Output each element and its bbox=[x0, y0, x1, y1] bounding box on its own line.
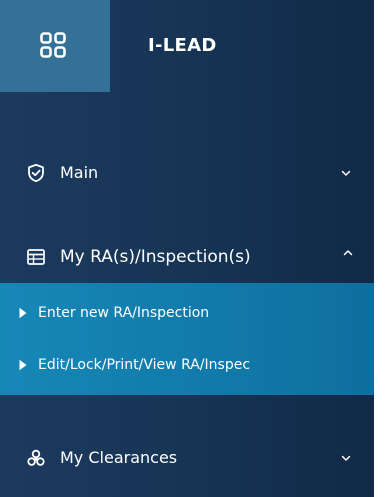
submenu-item-label: Edit/Lock/Print/View RA/Inspec bbox=[38, 357, 251, 373]
grid-icon bbox=[40, 32, 66, 58]
table-icon bbox=[27, 249, 45, 265]
menu-toggle-button[interactable] bbox=[0, 0, 110, 92]
page-background bbox=[374, 0, 388, 497]
nav-item-label: My Clearances bbox=[60, 448, 178, 467]
shield-check-icon bbox=[28, 163, 44, 183]
ra-submenu: Enter new RA/Inspection Edit/Lock/Print/… bbox=[0, 283, 374, 395]
nav-item-label: Main bbox=[60, 163, 99, 182]
nav-item-main[interactable]: Main bbox=[0, 153, 374, 193]
app-title: I-LEAD bbox=[148, 35, 217, 56]
submenu-item-label: Enter new RA/Inspection bbox=[38, 305, 210, 321]
submenu-item-enter-new[interactable]: Enter new RA/Inspection bbox=[0, 293, 374, 333]
chevron-down-icon[interactable] bbox=[340, 452, 352, 464]
nav-item-label: My RA(s)/Inspection(s) bbox=[60, 247, 251, 267]
chevron-up-icon[interactable] bbox=[342, 247, 354, 259]
sidebar: I-LEAD Main My RA(s)/Inspection(s) Enter… bbox=[0, 0, 374, 497]
caret-right-icon bbox=[19, 359, 27, 371]
biohazard-icon bbox=[27, 449, 45, 466]
nav-item-clearances[interactable]: My Clearances bbox=[0, 438, 374, 478]
brand-header: I-LEAD bbox=[0, 0, 374, 92]
nav-item-ra-inspections[interactable]: My RA(s)/Inspection(s) bbox=[0, 237, 374, 277]
submenu-item-edit-lock-print-view[interactable]: Edit/Lock/Print/View RA/Inspec bbox=[0, 345, 374, 385]
caret-right-icon bbox=[19, 307, 27, 319]
chevron-down-icon[interactable] bbox=[340, 167, 352, 179]
